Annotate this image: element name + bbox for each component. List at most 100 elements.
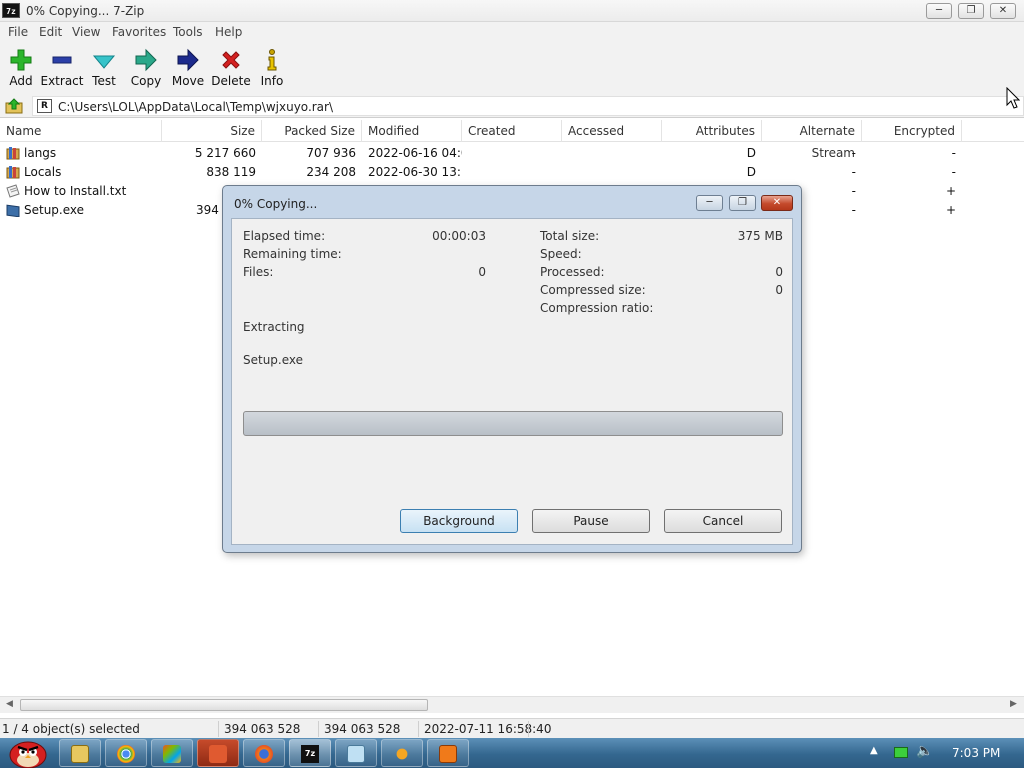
taskbar-notepad[interactable] <box>335 739 377 767</box>
file-packed-size: 234 208 <box>306 165 356 179</box>
dialog-body: Elapsed time: 00:00:03 Remaining time: F… <box>231 218 793 545</box>
menu-favorites[interactable]: Favorites <box>112 25 166 39</box>
menu-view[interactable]: View <box>72 25 100 39</box>
column-encrypted[interactable]: Encrypted <box>862 120 962 142</box>
maximize-button[interactable]: ❐ <box>958 3 984 19</box>
menu-tools[interactable]: Tools <box>173 25 203 39</box>
column-size[interactable]: Size <box>162 120 262 142</box>
mouse-cursor-icon <box>1006 87 1020 109</box>
file-attributes: D <box>746 165 756 179</box>
taskbar: 7z ▲ 🔈 7:03 PM <box>0 738 1024 768</box>
scrollbar-thumb[interactable] <box>20 699 428 711</box>
extract-label: Extract <box>40 74 84 88</box>
toolbar: Add Extract Test Copy Move Delete Info <box>0 42 1024 94</box>
status-packed: 394 063 528 <box>324 722 401 736</box>
dialog-close-button[interactable]: ✕ <box>761 195 793 211</box>
taskbar-7zip[interactable]: 7z <box>289 739 331 767</box>
test-checkmark-icon <box>92 55 116 69</box>
path-input[interactable]: R C:\Users\LOL\AppData\Local\Temp\wjxuyo… <box>32 96 1024 116</box>
network-icon[interactable] <box>894 747 908 758</box>
file-packed-size: 707 936 <box>306 146 356 160</box>
app-orange-icon <box>439 745 457 763</box>
copy-label: Copy <box>130 74 162 88</box>
column-alternate-stream[interactable]: Alternate Stream <box>762 120 862 160</box>
move-button[interactable]: Move <box>164 46 212 92</box>
scroll-right-icon[interactable]: ▶ <box>1010 699 1017 709</box>
media-player-icon <box>163 745 181 763</box>
files-value: 0 <box>478 265 486 279</box>
taskbar-app-orange[interactable] <box>427 739 469 767</box>
test-label: Test <box>92 74 116 88</box>
total-size-label: Total size: <box>540 229 600 243</box>
cancel-button[interactable]: Cancel <box>664 509 782 533</box>
move-arrow-icon <box>177 48 199 72</box>
copy-button[interactable]: Copy <box>122 46 170 92</box>
close-button[interactable]: ✕ <box>990 3 1016 19</box>
menu-edit[interactable]: Edit <box>39 25 62 39</box>
start-button-icon[interactable] <box>4 734 50 768</box>
volume-icon[interactable]: 🔈 <box>916 743 933 759</box>
show-hidden-icons-icon[interactable]: ▲ <box>870 745 878 756</box>
folder-icon <box>71 745 89 763</box>
background-button[interactable]: Background <box>400 509 518 533</box>
column-attributes[interactable]: Attributes <box>662 120 762 142</box>
extract-button[interactable]: Extract <box>38 46 86 92</box>
speed-label: Speed: <box>540 247 582 261</box>
file-row[interactable]: langs 5 217 660 707 936 2022-06-16 04:05… <box>0 144 1024 163</box>
file-encrypted: + <box>945 203 956 217</box>
file-modified: 2022-06-16 04:05 <box>368 146 462 160</box>
menu-bar: File Edit View Favorites Tools Help <box>0 22 1024 42</box>
menu-file[interactable]: File <box>8 25 28 39</box>
info-button[interactable]: Info <box>248 46 296 92</box>
taskbar-media-player[interactable] <box>151 739 193 767</box>
file-name: Locals <box>24 165 62 179</box>
delete-x-icon <box>222 51 240 69</box>
column-created[interactable]: Created <box>462 120 562 142</box>
address-bar: R C:\Users\LOL\AppData\Local\Temp\wjxuyo… <box>0 94 1024 118</box>
file-modified: 2022-06-30 13:12 <box>368 165 462 179</box>
magnifier-icon <box>393 745 411 763</box>
current-file-label: Setup.exe <box>243 353 304 367</box>
pause-button[interactable]: Pause <box>532 509 650 533</box>
firefox-icon <box>255 745 273 763</box>
dialog-minimize-button[interactable]: ─ <box>696 195 723 211</box>
exe-file-icon <box>6 204 20 217</box>
horizontal-scrollbar[interactable]: ◀ ▶ <box>0 696 1024 713</box>
file-row[interactable]: Locals 838 119 234 208 2022-06-30 13:12 … <box>0 163 1024 182</box>
column-accessed[interactable]: Accessed <box>562 120 662 142</box>
remaining-time-label: Remaining time: <box>243 247 342 261</box>
file-alt-stream: - <box>851 146 856 160</box>
file-name: langs <box>24 146 57 160</box>
taskbar-app[interactable] <box>197 739 239 767</box>
scroll-left-icon[interactable]: ◀ <box>6 699 13 709</box>
file-encrypted: - <box>951 165 956 179</box>
test-button[interactable]: Test <box>80 46 128 92</box>
status-modified: 2022-07-11 16:58:40 <box>424 722 552 736</box>
file-name: Setup.exe <box>24 203 85 217</box>
minimize-button[interactable]: ─ <box>926 3 952 19</box>
elapsed-time-label: Elapsed time: <box>243 229 326 243</box>
app-icon <box>209 745 227 763</box>
taskbar-explorer[interactable] <box>59 739 101 767</box>
clock[interactable]: 7:03 PM <box>952 746 1000 760</box>
column-packed-size[interactable]: Packed Size <box>262 120 362 142</box>
7zip-icon: 7z <box>301 745 319 763</box>
taskbar-search-app[interactable] <box>381 739 423 767</box>
file-size: 838 119 <box>206 165 256 179</box>
dialog-title: 0% Copying... <box>234 197 318 211</box>
window-title: 0% Copying... 7-Zip <box>26 4 145 18</box>
archive-icon: R <box>37 99 52 113</box>
taskbar-chrome[interactable] <box>105 739 147 767</box>
title-bar: 7z 0% Copying... 7-Zip ─ ❐ ✕ <box>0 0 1024 22</box>
dialog-maximize-button[interactable]: ❐ <box>729 195 756 211</box>
taskbar-firefox[interactable] <box>243 739 285 767</box>
progress-dialog: 0% Copying... ─ ❐ ✕ Elapsed time: 00:00:… <box>222 185 802 553</box>
folder-up-icon[interactable] <box>5 97 23 115</box>
app-7zip-icon[interactable]: 7z <box>2 3 20 18</box>
column-name[interactable]: Name <box>0 120 162 142</box>
extract-minus-icon <box>52 56 72 64</box>
total-size-value: 375 MB <box>737 229 783 243</box>
menu-help[interactable]: Help <box>215 25 242 39</box>
add-icon <box>10 49 32 71</box>
column-modified[interactable]: Modified <box>362 120 462 142</box>
